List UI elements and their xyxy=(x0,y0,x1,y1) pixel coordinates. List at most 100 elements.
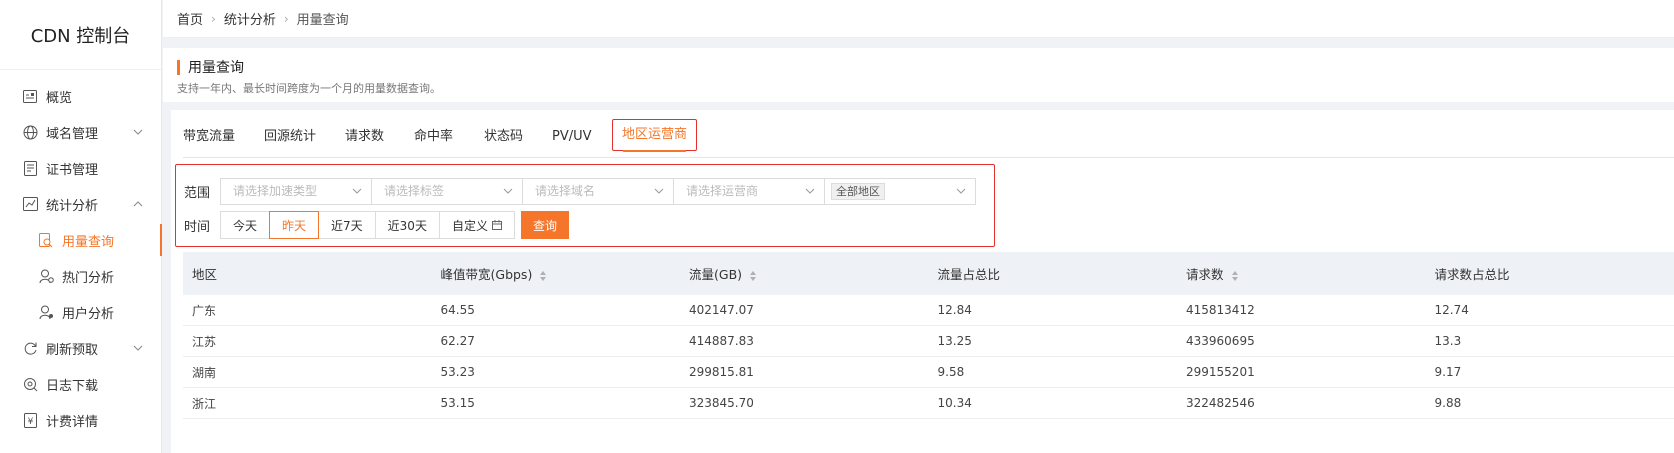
column-header-traffic[interactable]: 流量(GB) xyxy=(680,264,929,283)
chevron-down-icon xyxy=(654,188,664,194)
cell-requests: 322482546 xyxy=(1186,396,1255,410)
certificate-icon xyxy=(22,160,38,176)
cell-request-share: 13.3 xyxy=(1434,334,1462,348)
column-header-requests[interactable]: 请求数 xyxy=(1177,264,1426,283)
tab-bandwidth-traffic[interactable]: 带宽流量 xyxy=(183,122,235,158)
column-header-region: 地区 xyxy=(192,267,218,282)
sidebar-item-label: 用量查询 xyxy=(62,234,115,250)
cell-peak-bandwidth: 62.27 xyxy=(440,334,475,348)
column-header-traffic-share: 流量占总比 xyxy=(937,267,1001,282)
cell-requests: 415813412 xyxy=(1186,303,1255,317)
sidebar-item-billing[interactable]: ¥ 计费详情 xyxy=(0,402,161,438)
sidebar-item-certificate-management[interactable]: 证书管理 xyxy=(0,150,161,186)
isp-select[interactable]: 请选择运营商 xyxy=(673,178,825,205)
user-analysis-icon xyxy=(38,304,54,320)
cell-region: 湖南 xyxy=(192,365,217,380)
app-title: CDN 控制台 xyxy=(0,0,161,70)
scope-label: 范围 xyxy=(184,186,211,201)
domain-placeholder: 请选择域名 xyxy=(535,184,596,198)
chevron-down-icon xyxy=(133,345,143,351)
usage-table: 地区 峰值带宽(Gbps) 流量(GB) 流量占总比 请求数 请求数占总比 广东… xyxy=(183,252,1674,419)
cell-peak-bandwidth: 53.15 xyxy=(440,396,475,410)
sidebar-item-hot-analysis[interactable]: 热门分析 xyxy=(0,258,161,294)
chart-icon xyxy=(22,196,38,212)
chevron-right-icon: › xyxy=(283,11,289,26)
time-custom-button[interactable]: 自定义 xyxy=(438,211,515,239)
tab-pv-uv[interactable]: PV/UV xyxy=(552,122,592,158)
log-download-icon xyxy=(22,376,38,392)
time-7days-button[interactable]: 近7天 xyxy=(318,211,376,239)
page-header: 用量查询 支持一年内、最长时间跨度为一个月的用量数据查询。 xyxy=(163,48,1674,102)
tab-requests[interactable]: 请求数 xyxy=(345,122,384,158)
region-select[interactable]: 全部地区 xyxy=(824,178,976,205)
cell-traffic: 414887.83 xyxy=(689,334,754,348)
sort-icon[interactable] xyxy=(1231,270,1239,282)
time-yesterday-button[interactable]: 昨天 xyxy=(269,211,320,239)
tag-select[interactable]: 请选择标签 xyxy=(371,178,523,205)
chevron-up-icon xyxy=(133,201,143,207)
tab-bar: 带宽流量 回源统计 请求数 命中率 状态码 PV/UV 地区运营商 xyxy=(183,119,1674,158)
table-header: 地区 峰值带宽(Gbps) 流量(GB) 流量占总比 请求数 请求数占总比 xyxy=(183,252,1674,295)
sort-icon[interactable] xyxy=(749,270,757,282)
region-tag[interactable]: 全部地区 xyxy=(831,183,885,200)
sidebar-item-label: 刷新预取 xyxy=(46,342,99,358)
sidebar-item-label: 概览 xyxy=(46,90,73,106)
column-header-label: 请求数 xyxy=(1186,267,1224,282)
sidebar: CDN 控制台 概览 域名管理 证书管理 统计分析 用量查询 热门分析 用户分析… xyxy=(0,0,162,453)
cell-request-share: 12.74 xyxy=(1434,303,1469,317)
sidebar-item-statistics[interactable]: 统计分析 xyxy=(0,186,161,222)
usage-search-icon xyxy=(38,232,54,248)
chevron-right-icon: › xyxy=(211,11,216,26)
sidebar-item-overview[interactable]: 概览 xyxy=(0,78,161,114)
breadcrumb-home[interactable]: 首页 xyxy=(177,9,203,28)
chevron-down-icon xyxy=(133,129,143,135)
cell-traffic-share: 9.58 xyxy=(937,365,965,379)
column-header-request-share: 请求数占总比 xyxy=(1434,267,1510,282)
sidebar-item-label: 证书管理 xyxy=(46,162,99,178)
chevron-down-icon xyxy=(956,188,966,194)
cell-peak-bandwidth: 53.23 xyxy=(440,365,475,379)
accel-type-select[interactable]: 请选择加速类型 xyxy=(220,178,372,205)
custom-label: 自定义 xyxy=(451,218,488,233)
breadcrumb-statistics[interactable]: 统计分析 xyxy=(224,9,276,28)
sort-icon[interactable] xyxy=(539,270,547,282)
svg-text:¥: ¥ xyxy=(27,417,33,427)
column-header-peak-bandwidth[interactable]: 峰值带宽(Gbps) xyxy=(432,264,681,283)
query-button[interactable]: 查询 xyxy=(520,211,569,239)
time-30days-button[interactable]: 近30天 xyxy=(374,211,440,239)
table-row: 广东 64.55 402147.07 12.84 415813412 12.74 xyxy=(183,295,1674,326)
tab-region-isp[interactable]: 地区运营商 xyxy=(612,119,698,152)
breadcrumb: 首页 › 统计分析 › 用量查询 xyxy=(163,0,1674,38)
sidebar-item-domain-management[interactable]: 域名管理 xyxy=(0,114,161,150)
cell-traffic-share: 12.84 xyxy=(937,303,972,317)
chevron-down-icon xyxy=(805,188,815,194)
breadcrumb-current: 用量查询 xyxy=(296,13,349,28)
tab-hit-rate[interactable]: 命中率 xyxy=(414,122,453,158)
table-row: 浙江 53.15 323845.70 10.34 322482546 9.88 xyxy=(183,388,1674,419)
sidebar-item-refresh-prefetch[interactable]: 刷新预取 xyxy=(0,330,161,366)
refresh-icon xyxy=(22,340,38,356)
sidebar-item-usage-query[interactable]: 用量查询 xyxy=(0,222,162,258)
sidebar-item-label: 统计分析 xyxy=(46,198,99,214)
tab-label: 地区运营商 xyxy=(622,127,688,142)
chevron-down-icon xyxy=(352,188,362,194)
domain-select[interactable]: 请选择域名 xyxy=(522,178,674,205)
hot-user-icon xyxy=(38,268,54,284)
cell-requests: 433960695 xyxy=(1186,334,1255,348)
tab-origin-stats[interactable]: 回源统计 xyxy=(264,122,316,158)
chevron-down-icon xyxy=(503,188,513,194)
sidebar-item-log-download[interactable]: 日志下载 xyxy=(0,366,161,402)
calendar-icon xyxy=(491,220,502,230)
cell-peak-bandwidth: 64.55 xyxy=(440,303,475,317)
time-label: 时间 xyxy=(184,219,211,235)
time-today-button[interactable]: 今天 xyxy=(220,211,271,239)
main-panel: 带宽流量 回源统计 请求数 命中率 状态码 PV/UV 地区运营商 范围 请选择… xyxy=(171,110,1674,453)
tag-placeholder: 请选择标签 xyxy=(384,184,445,198)
table-row: 湖南 53.23 299815.81 9.58 299155201 9.17 xyxy=(183,357,1674,388)
accel-type-placeholder: 请选择加速类型 xyxy=(233,184,318,198)
sidebar-item-user-analysis[interactable]: 用户分析 xyxy=(0,294,161,330)
tab-status-code[interactable]: 状态码 xyxy=(484,122,523,158)
cell-traffic: 299815.81 xyxy=(689,365,754,379)
sidebar-item-label: 用户分析 xyxy=(62,306,115,322)
cell-traffic-share: 13.25 xyxy=(937,334,972,348)
